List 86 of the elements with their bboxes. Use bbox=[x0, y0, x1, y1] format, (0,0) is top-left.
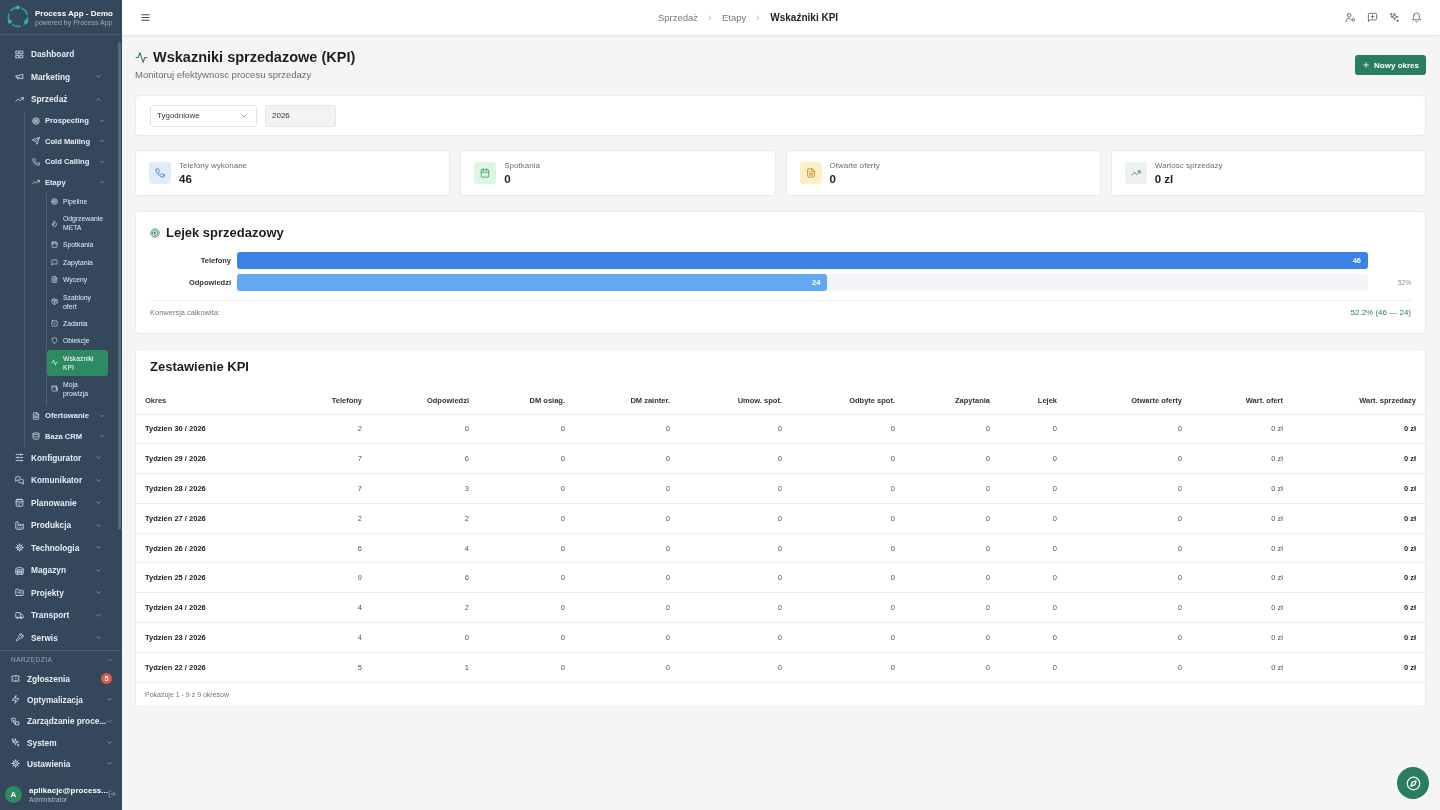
chevron-down-icon bbox=[107, 656, 113, 663]
sparkles-icon bbox=[1389, 12, 1400, 23]
calendar-icon bbox=[15, 498, 24, 508]
user-avatar[interactable]: A bbox=[5, 785, 22, 803]
pulse-icon bbox=[51, 359, 58, 366]
kpi-value: 0 zl bbox=[1154, 173, 1175, 185]
phone-icon bbox=[32, 157, 40, 166]
truck-icon bbox=[15, 610, 24, 620]
kpi-value: 0 bbox=[504, 173, 512, 185]
logout-icon bbox=[108, 790, 116, 798]
sidebar-scrollbar[interactable] bbox=[118, 42, 121, 530]
plus-icon bbox=[1362, 61, 1371, 69]
breadcrumb-link[interactable]: Etapy bbox=[722, 12, 747, 23]
shield-icon bbox=[51, 337, 58, 345]
sidebar-item[interactable]: Dashboard bbox=[0, 43, 116, 66]
user-name: aplikacje@process... bbox=[29, 785, 108, 795]
workflow-icon bbox=[11, 716, 20, 726]
breadcrumb-current: Wskaźniki KPI bbox=[770, 12, 839, 23]
sparkles-icon bbox=[11, 738, 20, 748]
page-title: Wskazniki sprzedazowe (KPI) bbox=[153, 49, 356, 66]
section-title: Zestawienie KPI bbox=[149, 358, 250, 374]
cog-icon bbox=[11, 759, 20, 769]
kpi-value: 46 bbox=[179, 173, 193, 185]
lightning-icon bbox=[11, 695, 20, 705]
database-icon bbox=[32, 432, 40, 441]
wallet-icon bbox=[51, 385, 58, 392]
chevron-right-icon bbox=[706, 13, 714, 22]
app-name: Process App - Demo bbox=[35, 8, 113, 18]
sidebar-item[interactable]: Sprzedaż bbox=[0, 88, 116, 111]
target-icon bbox=[150, 227, 160, 238]
sidebar-item[interactable]: Projekty bbox=[0, 581, 116, 604]
sidebar-item[interactable]: Technologia bbox=[0, 536, 116, 559]
cog-icon bbox=[15, 543, 24, 553]
factory-icon bbox=[15, 520, 24, 530]
sidebar-item[interactable]: Magazyn bbox=[0, 559, 116, 582]
document-icon bbox=[32, 411, 40, 420]
kpi-label: Spotkania bbox=[504, 161, 540, 170]
chat-bubble-icon bbox=[51, 258, 58, 266]
kpi-label: Telefony wykonane bbox=[179, 161, 248, 170]
period-select[interactable]: Tygodniowe bbox=[150, 104, 257, 127]
trend-up-icon bbox=[32, 178, 40, 187]
ticket-icon bbox=[11, 674, 20, 684]
megaphone-icon bbox=[15, 72, 24, 82]
logo-icon bbox=[6, 5, 30, 29]
trend-up-icon bbox=[15, 94, 24, 104]
new-period-button[interactable]: Nowy okres bbox=[1355, 55, 1426, 75]
document-icon bbox=[51, 276, 58, 284]
target-icon bbox=[51, 197, 58, 205]
sidebar-item[interactable]: Produkcja bbox=[0, 514, 116, 537]
sidebar-item[interactable]: Serwis bbox=[0, 626, 116, 649]
kpi-label: Otwarte oferty bbox=[829, 161, 880, 170]
menu-icon bbox=[140, 12, 151, 23]
folder-icon bbox=[15, 588, 24, 598]
sidebar-item[interactable]: Zarządzanie proce... bbox=[0, 710, 122, 732]
breadcrumb-link[interactable]: Sprzedaż bbox=[657, 12, 698, 23]
warehouse-icon bbox=[15, 565, 24, 575]
kpi-value: 0 bbox=[829, 173, 837, 185]
year-field[interactable]: 2026 bbox=[265, 104, 336, 127]
sidebar-item[interactable]: Planowanie bbox=[0, 491, 116, 514]
calendar-icon bbox=[51, 241, 58, 249]
sliders-icon bbox=[15, 453, 24, 463]
checkbox-icon bbox=[51, 319, 58, 327]
sidebar-item[interactable]: Optymalizacja bbox=[0, 689, 122, 711]
bell-icon bbox=[1411, 12, 1422, 23]
package-icon bbox=[51, 298, 58, 305]
help-button[interactable] bbox=[1397, 767, 1429, 799]
pulse-icon bbox=[135, 51, 148, 64]
grid-icon bbox=[15, 49, 24, 59]
chat-bubbles-icon bbox=[15, 475, 24, 485]
section-title: Lejek sprzedazowy bbox=[166, 225, 284, 240]
send-icon bbox=[32, 137, 40, 146]
sidebar-item[interactable]: System bbox=[0, 731, 122, 754]
user-icon bbox=[1345, 12, 1356, 23]
conversion-value: 52.2% (46 — 24) bbox=[1350, 308, 1411, 317]
kpi-label: Wartosc sprzedazy bbox=[1154, 161, 1223, 170]
page-subtitle: Monitoruj efektywnosc procesu sprzedazy bbox=[135, 69, 313, 80]
sidebar-item[interactable]: Komunikator bbox=[0, 469, 116, 492]
compass-icon bbox=[1405, 775, 1421, 791]
sidebar-item[interactable]: Ustawienia bbox=[0, 753, 122, 775]
message-plus-icon bbox=[1367, 12, 1378, 23]
sidebar-item[interactable]: Marketing bbox=[0, 65, 116, 88]
target-icon bbox=[32, 116, 40, 125]
sidebar-item[interactable]: Konfigurator bbox=[0, 446, 116, 469]
sidebar-item[interactable]: Transport bbox=[0, 604, 116, 627]
wrench-icon bbox=[15, 633, 24, 643]
flame-icon bbox=[51, 219, 58, 227]
